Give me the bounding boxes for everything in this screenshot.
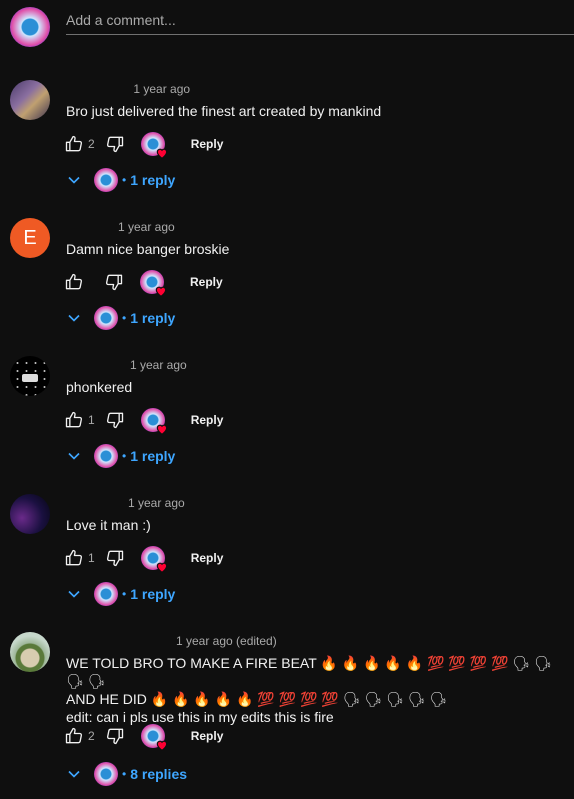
reply-button[interactable]: Reply bbox=[191, 551, 224, 565]
heart-icon bbox=[155, 286, 167, 297]
reply-button[interactable]: Reply bbox=[191, 137, 224, 151]
thumbs-up-icon bbox=[65, 549, 83, 566]
like-count: 2 bbox=[88, 729, 95, 743]
dislike-button[interactable] bbox=[103, 546, 127, 570]
reply-button[interactable]: Reply bbox=[191, 729, 224, 743]
view-replies-button[interactable]: • 1 reply bbox=[64, 166, 175, 194]
separator-dot: • bbox=[122, 311, 127, 325]
thumbs-down-icon bbox=[106, 550, 123, 567]
dislike-button[interactable] bbox=[102, 270, 126, 294]
view-replies-button[interactable]: • 8 replies bbox=[64, 760, 187, 788]
comment-actions: 2 Reply bbox=[62, 132, 224, 159]
comment-text: Love it man :) bbox=[66, 517, 151, 533]
comment-meta: 1 year ago bbox=[118, 220, 175, 234]
comment-text: WE TOLD BRO TO MAKE A FIRE BEAT 🔥 🔥 🔥 🔥 … bbox=[66, 655, 552, 725]
separator-dot: • bbox=[122, 767, 127, 781]
comment-text: Bro just delivered the finest art create… bbox=[66, 103, 382, 119]
chevron-down-icon bbox=[68, 452, 80, 460]
creator-heart bbox=[140, 724, 167, 751]
timestamp[interactable]: 1 year ago (edited) bbox=[176, 634, 277, 648]
comment-meta: 1 year ago (edited) bbox=[176, 634, 277, 648]
replier-avatar bbox=[94, 762, 118, 786]
timestamp[interactable]: 1 year ago bbox=[118, 220, 175, 234]
like-button[interactable] bbox=[62, 724, 86, 748]
comment-actions: 2 Reply bbox=[62, 724, 224, 751]
heart-icon bbox=[156, 562, 167, 573]
commenter-avatar[interactable]: E bbox=[10, 218, 50, 258]
avatar-letter: E bbox=[23, 226, 37, 249]
comment-actions: 1 Reply bbox=[62, 408, 224, 435]
timestamp[interactable]: 1 year ago bbox=[130, 358, 187, 372]
thumbs-up-icon bbox=[65, 135, 83, 152]
thumbs-down-icon bbox=[106, 136, 123, 153]
chevron-down-icon bbox=[68, 770, 80, 778]
current-user-avatar bbox=[10, 7, 50, 47]
chevron-down-icon bbox=[68, 590, 80, 598]
replies-count[interactable]: 1 reply bbox=[130, 586, 175, 602]
chevron-down-icon bbox=[68, 314, 80, 322]
comment-meta: 1 year ago bbox=[70, 82, 190, 96]
thumbs-down-icon bbox=[106, 412, 123, 429]
comment-meta: 1 year ago bbox=[128, 496, 185, 510]
separator-dot: • bbox=[122, 449, 127, 463]
add-comment-row bbox=[10, 0, 574, 48]
replier-avatar bbox=[94, 582, 118, 606]
comment-meta: 1 year ago bbox=[130, 358, 187, 372]
thumbs-up-icon bbox=[65, 727, 83, 744]
add-comment-input[interactable] bbox=[66, 8, 574, 35]
thumbs-down-icon bbox=[106, 728, 123, 745]
commenter-avatar[interactable] bbox=[10, 356, 50, 396]
thumbs-up-icon bbox=[65, 411, 83, 428]
separator-dot: • bbox=[122, 173, 127, 187]
dislike-button[interactable] bbox=[103, 724, 127, 748]
like-count: 1 bbox=[88, 551, 95, 565]
comment-actions: 1 Reply bbox=[62, 546, 224, 573]
like-button[interactable] bbox=[62, 408, 86, 432]
view-replies-button[interactable]: • 1 reply bbox=[64, 442, 175, 470]
commenter-avatar[interactable] bbox=[10, 632, 50, 672]
comment-text: Damn nice banger broskie bbox=[66, 241, 230, 257]
reply-button[interactable]: Reply bbox=[190, 275, 223, 289]
replier-avatar bbox=[94, 444, 118, 468]
creator-heart bbox=[140, 408, 167, 435]
replies-count[interactable]: 1 reply bbox=[130, 448, 175, 464]
timestamp[interactable]: 1 year ago bbox=[128, 496, 185, 510]
creator-heart bbox=[140, 546, 167, 573]
dislike-button[interactable] bbox=[103, 408, 127, 432]
comment-text: phonkered bbox=[66, 379, 133, 395]
replier-avatar bbox=[94, 168, 118, 192]
replies-count[interactable]: 1 reply bbox=[130, 310, 175, 326]
replies-count[interactable]: 1 reply bbox=[130, 172, 175, 188]
view-replies-button[interactable]: • 1 reply bbox=[64, 580, 175, 608]
separator-dot: • bbox=[122, 587, 127, 601]
creator-heart bbox=[140, 270, 167, 297]
heart-icon bbox=[156, 740, 167, 751]
heart-icon bbox=[156, 148, 167, 159]
replies-count[interactable]: 8 replies bbox=[130, 766, 187, 782]
like-count: 1 bbox=[88, 413, 95, 427]
chevron-down-icon bbox=[68, 176, 80, 184]
view-replies-button[interactable]: • 1 reply bbox=[64, 304, 175, 332]
dislike-button[interactable] bbox=[103, 132, 127, 156]
replier-avatar bbox=[94, 306, 118, 330]
commenter-avatar[interactable] bbox=[10, 494, 50, 534]
like-button[interactable] bbox=[62, 546, 86, 570]
thumbs-down-icon bbox=[105, 274, 123, 291]
heart-icon bbox=[156, 424, 167, 435]
reply-button[interactable]: Reply bbox=[191, 413, 224, 427]
like-count: 2 bbox=[88, 137, 95, 151]
comment-actions: Reply bbox=[62, 270, 223, 297]
thumbs-up-icon bbox=[65, 273, 83, 290]
commenter-avatar[interactable] bbox=[10, 80, 50, 120]
creator-heart bbox=[140, 132, 167, 159]
timestamp[interactable]: 1 year ago bbox=[133, 82, 190, 96]
like-button[interactable] bbox=[62, 270, 86, 294]
like-button[interactable] bbox=[62, 132, 86, 156]
